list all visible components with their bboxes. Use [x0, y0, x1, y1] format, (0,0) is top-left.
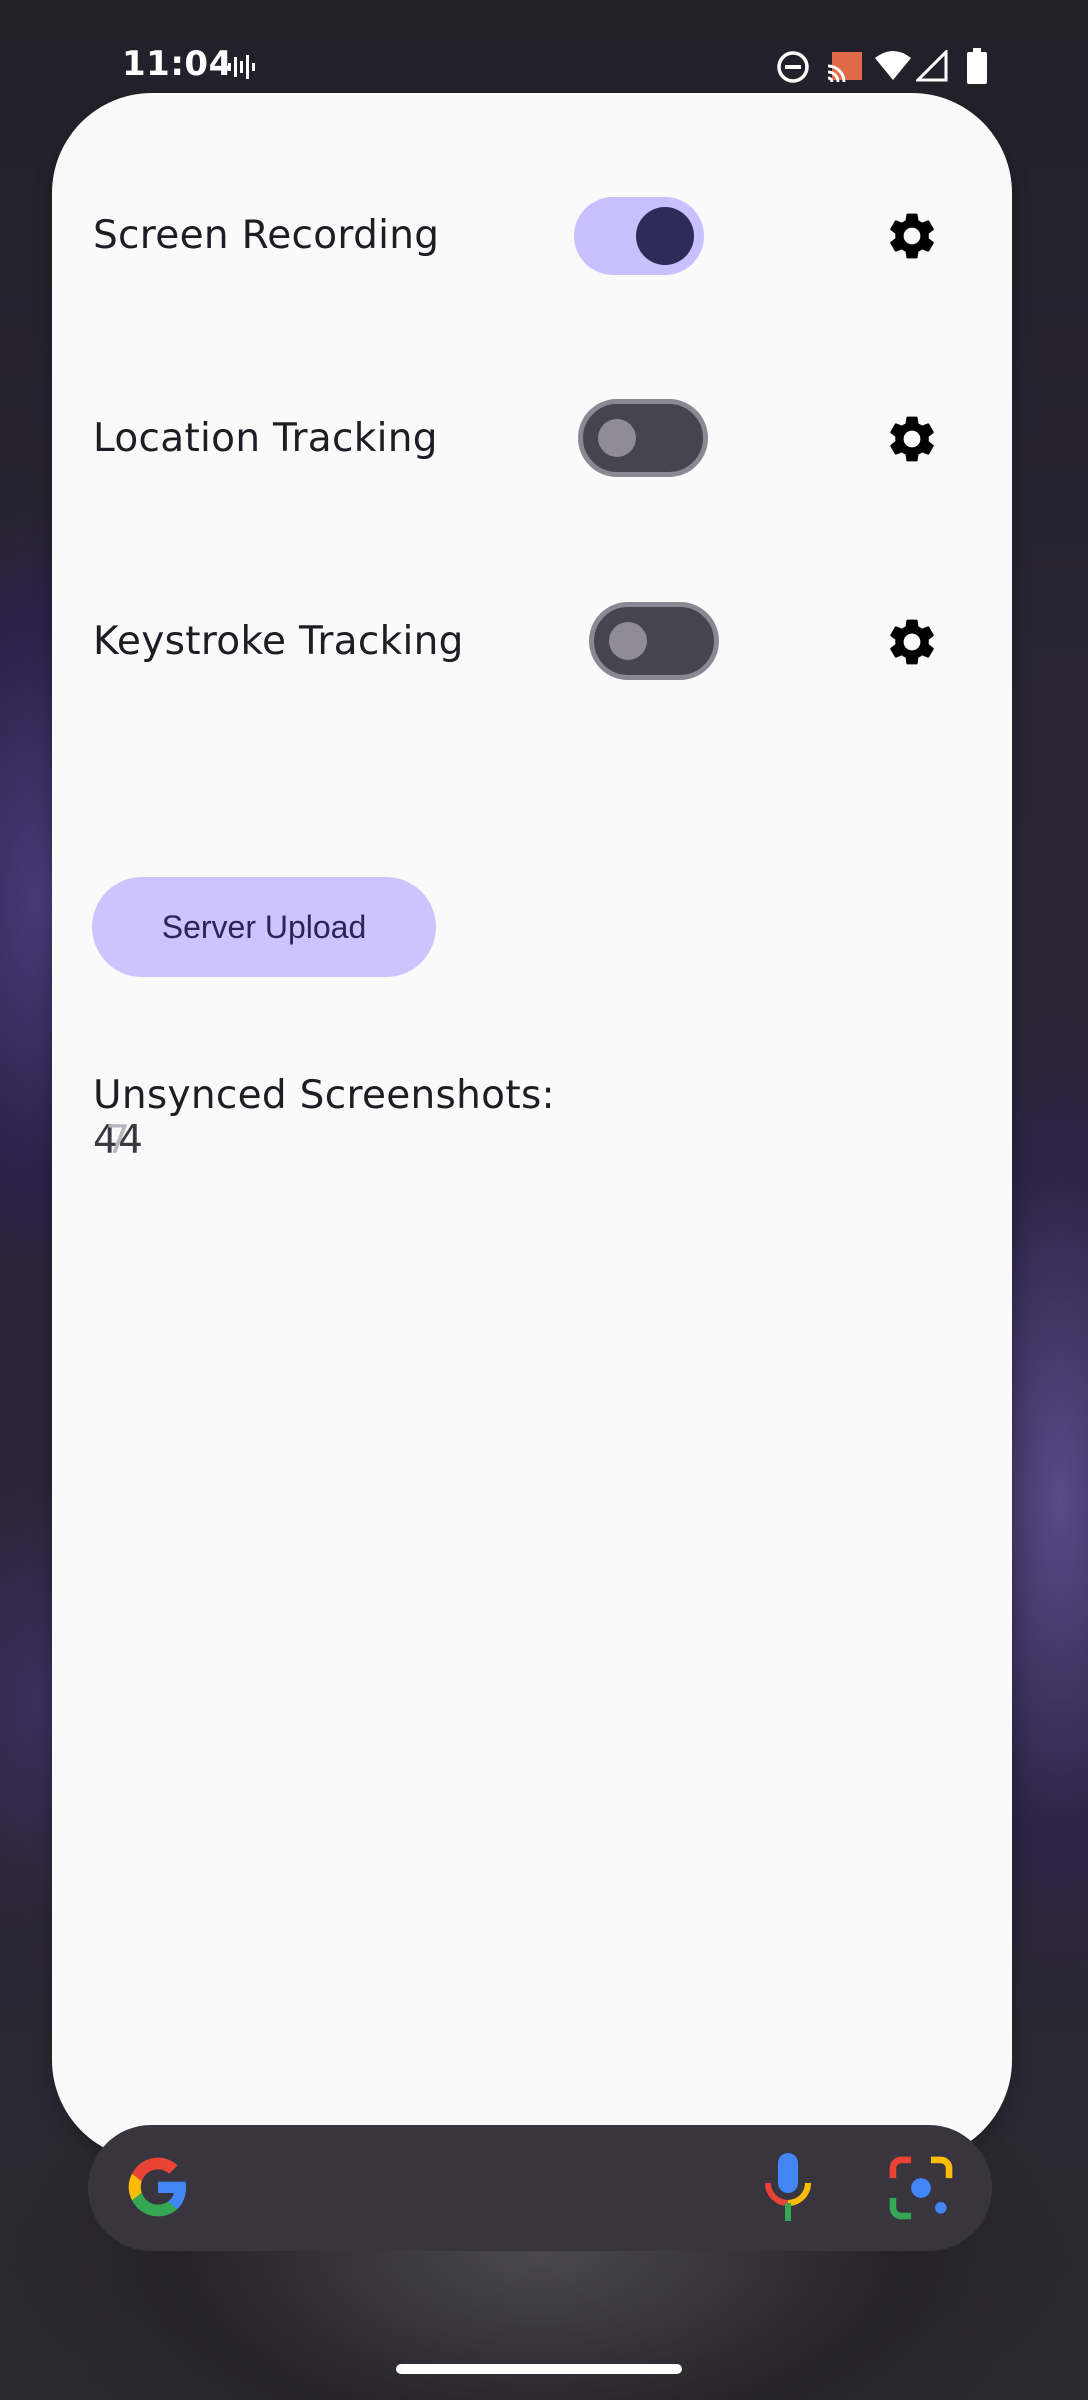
toggle-thumb [609, 622, 647, 660]
cast-icon [827, 52, 862, 83]
location-tracking-toggle[interactable] [578, 399, 708, 477]
voicemail-wave-icon [228, 55, 255, 79]
signal-icon [916, 50, 948, 82]
app-widget-card: Screen Recording Location Tracking Keyst… [52, 93, 1012, 2160]
google-g-icon[interactable] [126, 2155, 190, 2219]
do-not-disturb-icon [777, 51, 809, 83]
unsynced-count-fading: 7 [105, 1118, 131, 1163]
server-upload-button[interactable]: Server Upload [92, 877, 436, 977]
keystroke-tracking-settings-gear-icon[interactable] [884, 614, 940, 670]
setting-label-keystroke-tracking: Keystroke Tracking [93, 619, 464, 664]
screen-recording-settings-gear-icon[interactable] [884, 208, 940, 264]
microphone-icon[interactable] [764, 2151, 812, 2223]
google-lens-icon[interactable] [888, 2155, 954, 2221]
setting-label-location-tracking: Location Tracking [93, 416, 438, 461]
unsynced-screenshots-text: Unsynced Screenshots: 447 [93, 1073, 605, 1163]
status-time: 11:04 [122, 44, 233, 84]
status-bar: 11:04 [0, 0, 1088, 96]
unsynced-label: Unsynced Screenshots: [93, 1073, 555, 1118]
toggle-thumb [598, 419, 636, 457]
wifi-icon [875, 51, 911, 80]
navigation-handle[interactable] [396, 2364, 682, 2374]
battery-icon [967, 48, 987, 84]
google-search-bar[interactable] [88, 2125, 992, 2251]
toggle-thumb [636, 207, 694, 265]
setting-label-screen-recording: Screen Recording [93, 213, 440, 258]
location-tracking-settings-gear-icon[interactable] [884, 411, 940, 467]
keystroke-tracking-toggle[interactable] [589, 602, 719, 680]
screen-recording-toggle[interactable] [574, 197, 704, 275]
